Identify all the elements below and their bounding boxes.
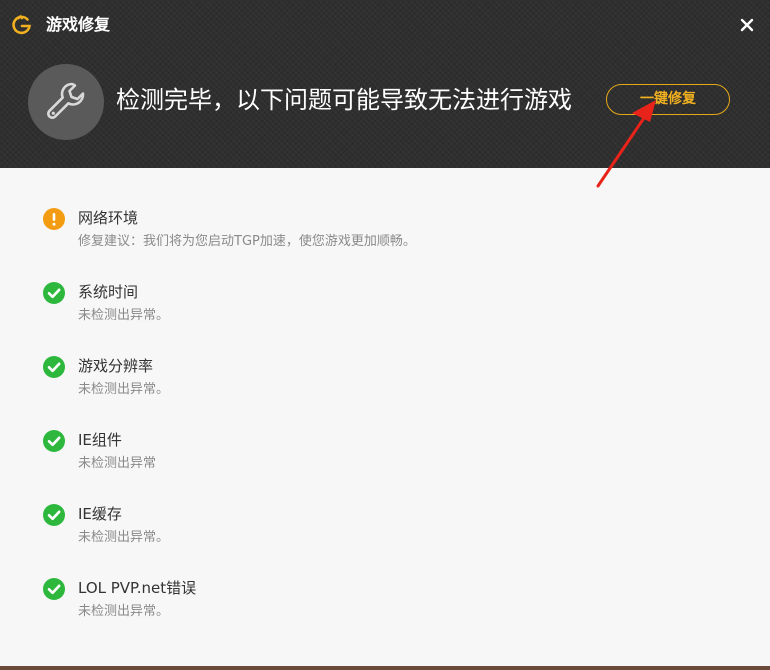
- list-item: 游戏分辨率 未检测出异常。: [0, 356, 770, 416]
- item-title: 游戏分辨率: [78, 357, 154, 375]
- list-item: LOL PVP.net错误 未检测出异常。: [0, 578, 770, 638]
- list-item: 网络环境 修复建议：我们将为您启动TGP加速，使您游戏更加顺畅。: [0, 208, 770, 268]
- one-click-fix-button[interactable]: 一键修复: [606, 84, 730, 115]
- check-results-list: 网络环境 修复建议：我们将为您启动TGP加速，使您游戏更加顺畅。 系统时间 未检…: [0, 168, 770, 668]
- wrench-icon: [28, 64, 104, 140]
- repair-window: 游戏修复 检测完毕，以下问题可能导致无法进行游戏 一键修复 网络环境 修复建议：…: [0, 0, 770, 670]
- detection-result-message: 检测完毕，以下问题可能导致无法进行游戏: [116, 86, 572, 114]
- check-icon: [43, 356, 65, 378]
- check-icon: [43, 282, 65, 304]
- list-item: IE缓存 未检测出异常。: [0, 504, 770, 564]
- item-title: 系统时间: [78, 283, 139, 301]
- item-description: 未检测出异常。: [78, 604, 170, 619]
- item-description: 未检测出异常。: [78, 530, 170, 545]
- window-title: 游戏修复: [46, 15, 111, 34]
- item-title: IE缓存: [78, 505, 122, 523]
- item-title: IE组件: [78, 431, 122, 449]
- list-item: IE组件 未检测出异常: [0, 430, 770, 490]
- close-icon[interactable]: [734, 12, 760, 38]
- item-description: 修复建议：我们将为您启动TGP加速，使您游戏更加顺畅。: [78, 234, 416, 249]
- window-bottom-edge: [0, 666, 770, 670]
- check-icon: [43, 578, 65, 600]
- item-title: LOL PVP.net错误: [78, 579, 197, 597]
- header-panel: 游戏修复 检测完毕，以下问题可能导致无法进行游戏 一键修复: [0, 0, 770, 168]
- item-description: 未检测出异常。: [78, 382, 170, 397]
- title-bar: 游戏修复: [0, 0, 770, 50]
- warning-icon: [43, 208, 65, 230]
- item-description: 未检测出异常: [78, 456, 157, 471]
- check-icon: [43, 430, 65, 452]
- item-description: 未检测出异常。: [78, 308, 170, 323]
- list-item: 系统时间 未检测出异常。: [0, 282, 770, 342]
- check-icon: [43, 504, 65, 526]
- tgp-logo-icon: [12, 15, 32, 35]
- item-title: 网络环境: [78, 209, 139, 227]
